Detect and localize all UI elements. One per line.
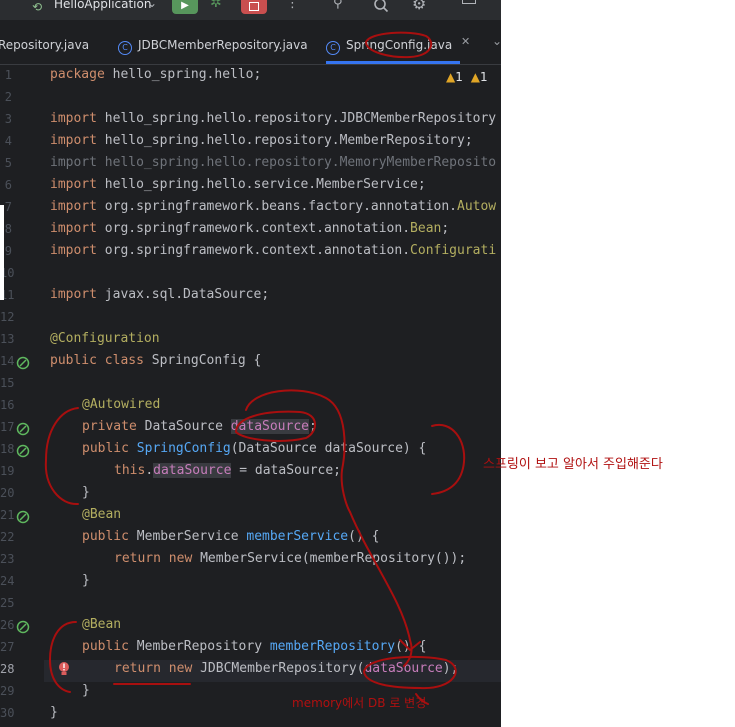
handwriting-overlay (44, 31, 466, 705)
annotation-note-change: memory에서 DB 로 변경 (292, 696, 427, 710)
annotation-note-injection: 스프링이 보고 알아서 주입해준다 (483, 457, 663, 472)
